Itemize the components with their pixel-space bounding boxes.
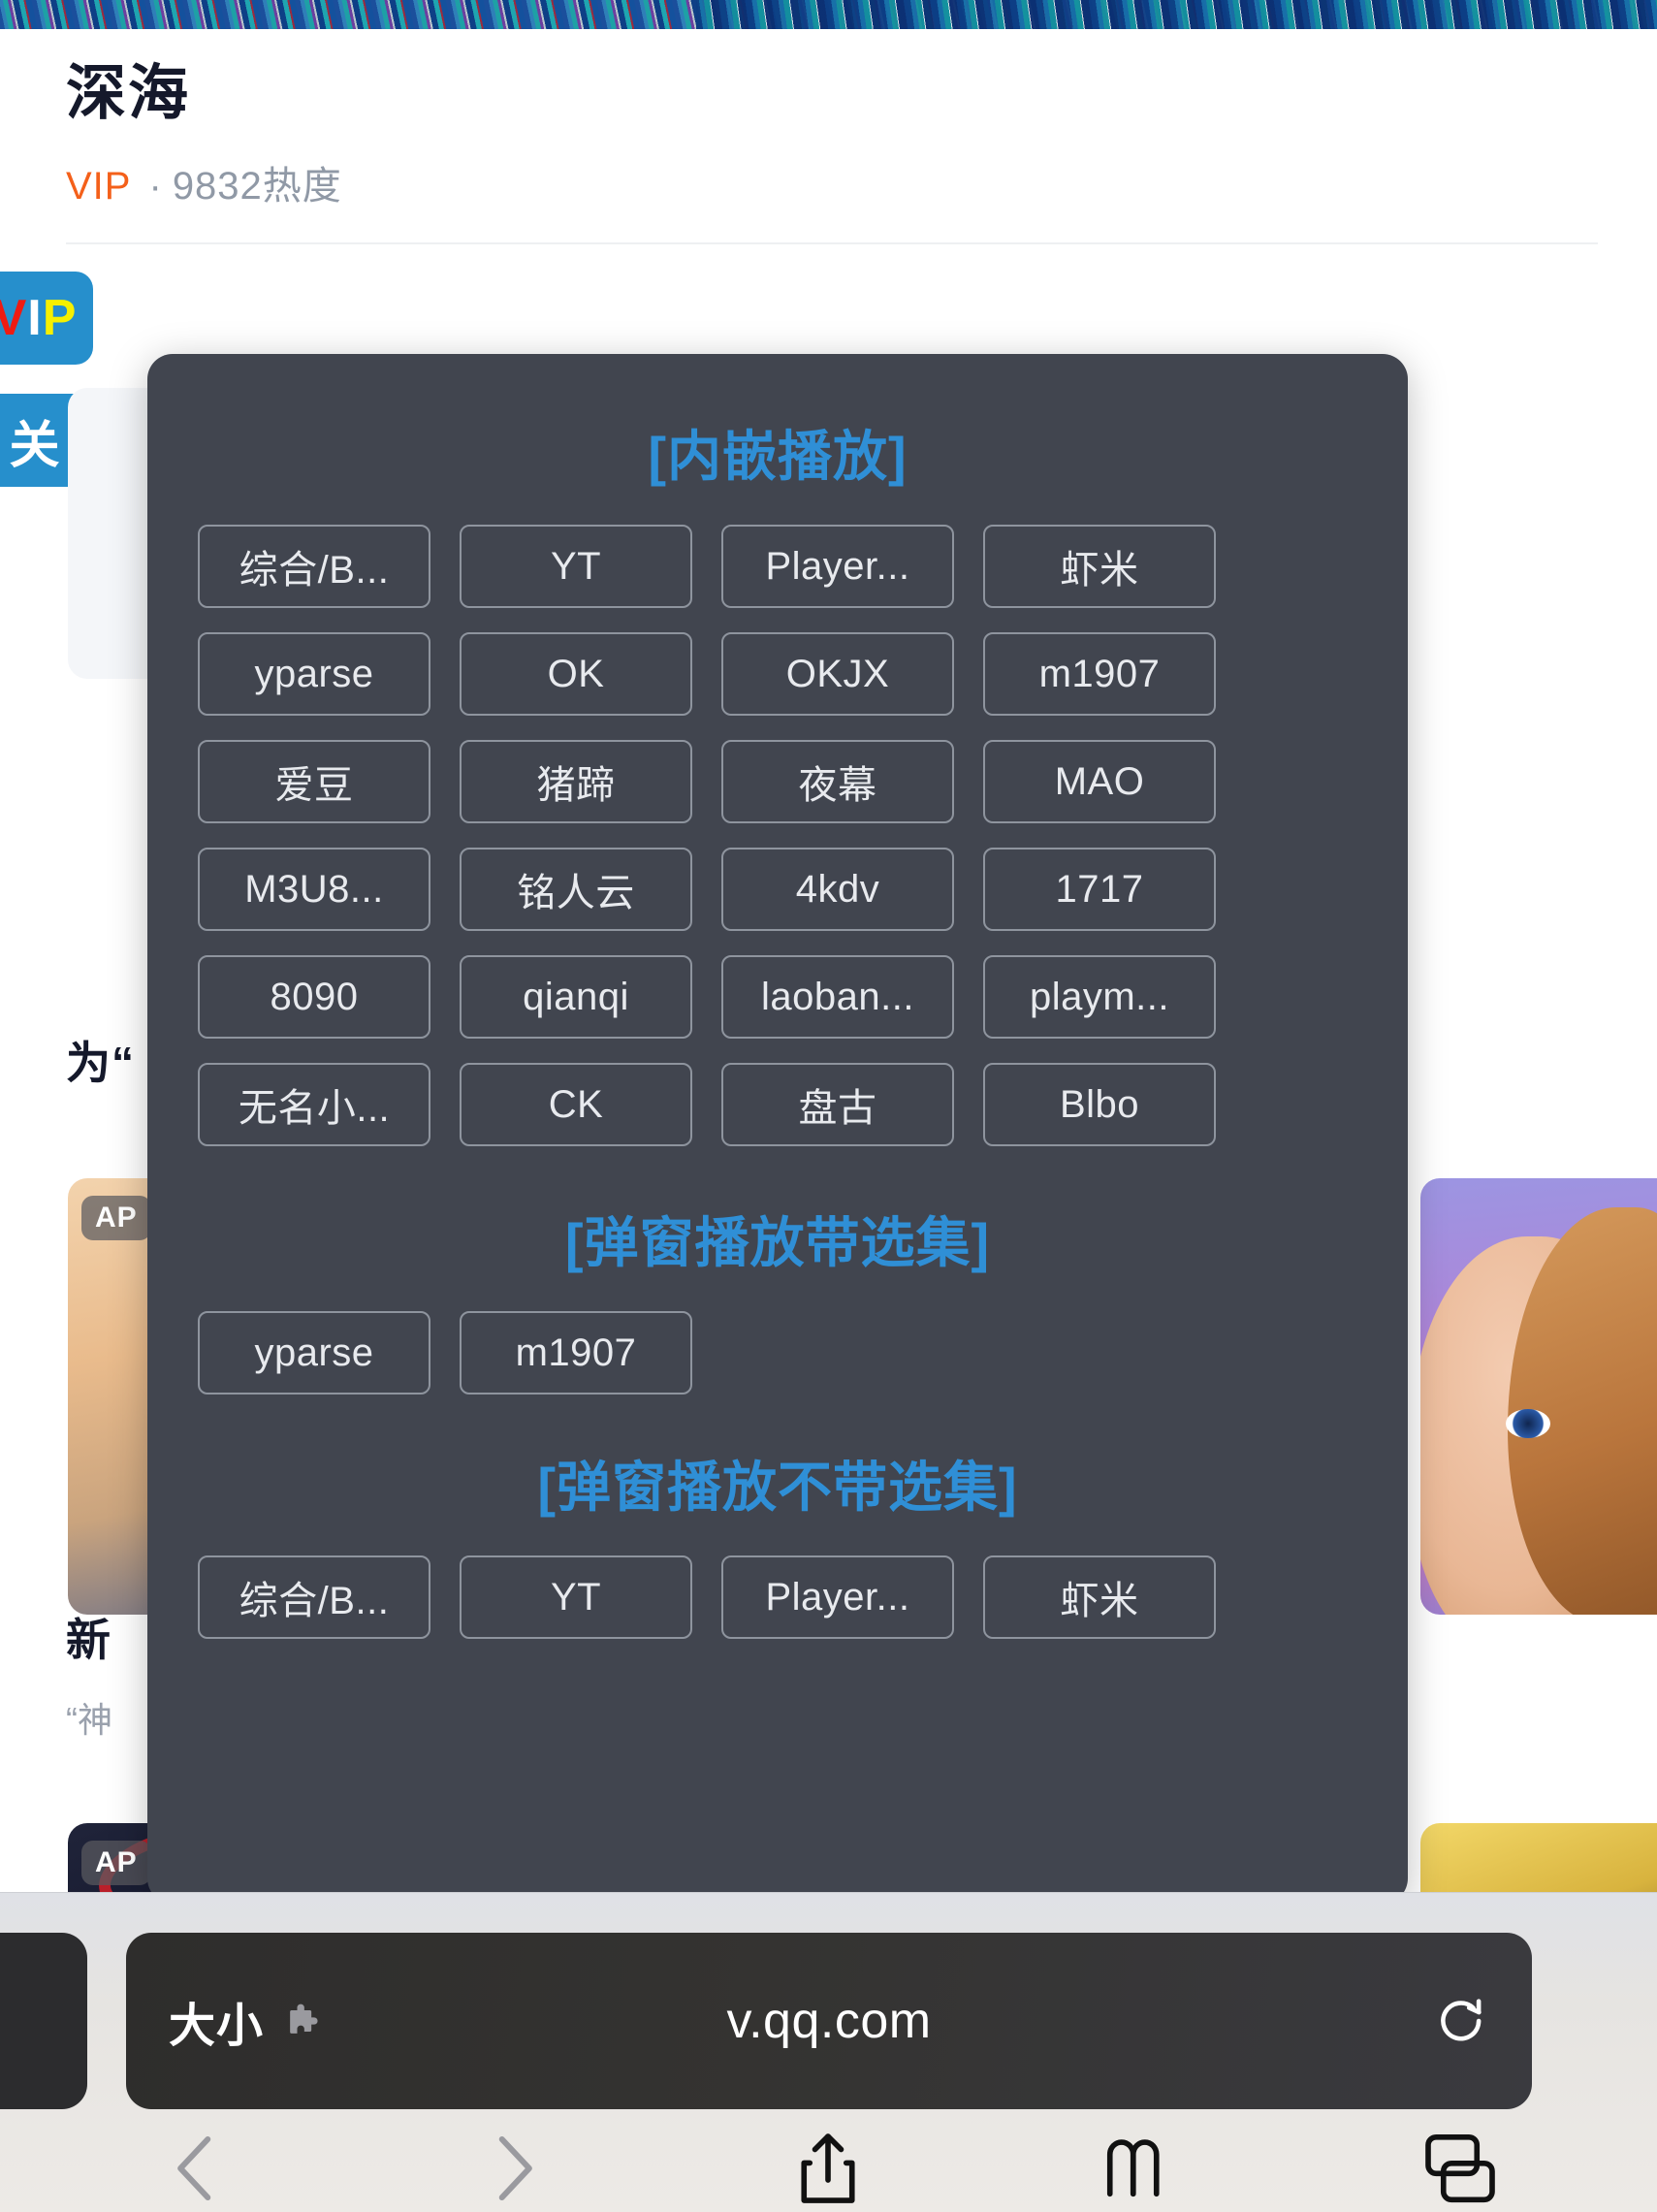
player-button[interactable]: playm... — [983, 955, 1216, 1039]
player-button[interactable]: 虾米 — [983, 525, 1216, 608]
page-meta: VIP · 9832热度 — [66, 154, 342, 210]
page-title: 深海 — [66, 60, 191, 127]
book-icon[interactable] — [1100, 2125, 1188, 2212]
browser-chrome: 大小 v.qq.com — [0, 1892, 1657, 2212]
back-chevron-icon[interactable] — [153, 2125, 240, 2212]
player-button[interactable]: YT — [460, 1555, 692, 1639]
previous-tab-stub[interactable] — [0, 1933, 87, 2109]
player-button[interactable]: Blbo — [983, 1063, 1216, 1146]
player-button[interactable]: YT — [460, 525, 692, 608]
heat-value: 9832热度 — [172, 165, 342, 208]
player-button[interactable]: 综合/B... — [198, 1555, 430, 1639]
player-button[interactable]: 综合/B... — [198, 525, 430, 608]
section-divider — [66, 242, 1598, 244]
poster-eye-art — [1506, 1409, 1550, 1438]
meta-separator: · — [148, 165, 163, 208]
player-button-grid-embedded: 综合/B... YT Player... 虾米 yparse OK OKJX m1907 爱豆猪… — [198, 525, 1357, 1146]
tabs-icon[interactable] — [1417, 2125, 1504, 2212]
player-button[interactable]: 1717 — [983, 848, 1216, 931]
modal-section-title-popup-with-episodes: [弹窗播放带选集] — [564, 1212, 991, 1273]
section-heading-recommend: 为“ — [66, 1038, 135, 1088]
player-button[interactable]: qianqi — [460, 955, 692, 1039]
player-button[interactable]: M3U8... — [198, 848, 430, 931]
player-button[interactable]: 夜幕 — [721, 740, 954, 823]
player-selector-modal: [内嵌播放] 综合/B... YT Player... 虾米 yparse OK OKJX m… — [147, 354, 1408, 1904]
player-button[interactable]: MAO — [983, 740, 1216, 823]
browser-screen: 深海 VIP · 9832热度 VIP 关 为“ AP 新 “神 AP [内嵌播… — [0, 0, 1657, 2212]
hero-banner-image — [0, 0, 1657, 29]
poster-card-right-second[interactable] — [1420, 1823, 1657, 1892]
modal-section-title-popup-without-episodes: [弹窗播放不带选集] — [537, 1457, 1018, 1518]
section-subtitle-news: “神 — [66, 1700, 112, 1740]
url-text: v.qq.com — [726, 1993, 932, 2049]
player-button[interactable]: 4kdv — [721, 848, 954, 931]
player-button[interactable]: 铭人云 — [460, 848, 692, 931]
reload-icon[interactable] — [1433, 1993, 1489, 2049]
player-button[interactable]: 爱豆 — [198, 740, 430, 823]
player-button[interactable]: Player... — [721, 1555, 954, 1639]
player-button[interactable]: OK — [460, 632, 692, 716]
player-button[interactable]: 猪蹄 — [460, 740, 692, 823]
poster-badge: AP — [81, 1196, 151, 1240]
vip-badge-letter-p: P — [42, 290, 78, 346]
player-button-grid-popup-with-episodes: yparse m1907 — [198, 1311, 1357, 1395]
player-button[interactable]: OKJX — [721, 632, 954, 716]
section-heading-news: 新 — [66, 1615, 112, 1665]
vip-label: VIP — [66, 165, 132, 208]
player-button-grid-popup-without-episodes: 综合/B... YT Player... 虾米 — [198, 1555, 1357, 1639]
vip-badge-button[interactable]: VIP — [0, 272, 93, 365]
player-button[interactable]: yparse — [198, 1311, 430, 1395]
player-button[interactable]: CK — [460, 1063, 692, 1146]
modal-section-title-embedded: [内嵌播放] — [648, 426, 908, 487]
forward-chevron-icon[interactable] — [469, 2125, 557, 2212]
player-button[interactable]: 虾米 — [983, 1555, 1216, 1639]
player-button[interactable]: 无名小... — [198, 1063, 430, 1146]
text-size-label[interactable]: 大小 — [169, 1987, 264, 2055]
player-button[interactable]: yparse — [198, 632, 430, 716]
player-button[interactable]: 8090 — [198, 955, 430, 1039]
player-button[interactable]: 盘古 — [721, 1063, 954, 1146]
player-button[interactable]: laoban... — [721, 955, 954, 1039]
player-button[interactable]: m1907 — [460, 1311, 692, 1395]
poster-badge-second: AP — [81, 1841, 151, 1885]
address-bar-left-group: 大小 — [169, 1987, 324, 2055]
address-bar[interactable]: 大小 v.qq.com — [126, 1933, 1532, 2109]
poster-card-right[interactable] — [1420, 1178, 1657, 1615]
player-button[interactable]: m1907 — [983, 632, 1216, 716]
share-icon[interactable] — [784, 2125, 872, 2212]
vip-badge-letter-v: V — [0, 290, 28, 346]
browser-toolbar — [0, 2115, 1657, 2212]
title-block: 深海 VIP · 9832热度 — [66, 60, 342, 210]
player-button[interactable]: Player... — [721, 525, 954, 608]
vip-badge-letter-i: I — [27, 290, 43, 346]
puzzle-icon[interactable] — [281, 2000, 324, 2042]
